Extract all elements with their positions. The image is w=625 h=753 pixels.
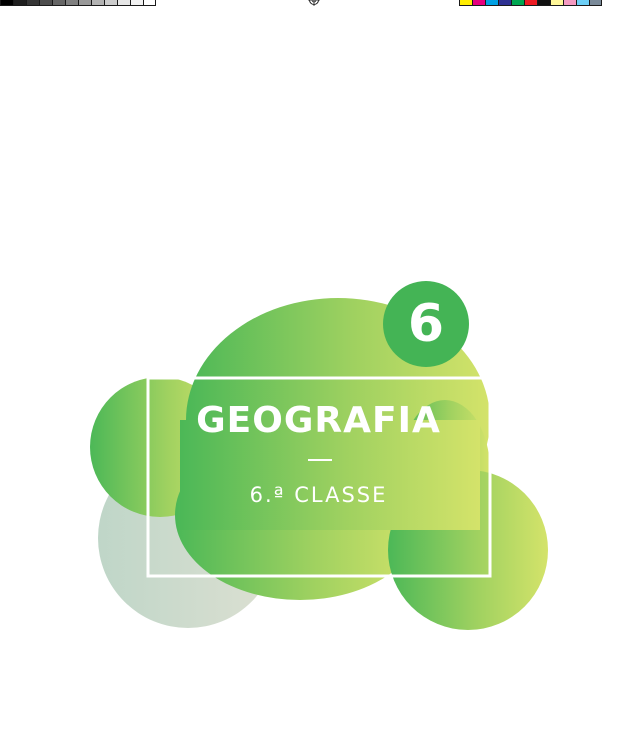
title-divider xyxy=(308,459,332,461)
grade-badge-number: 6 xyxy=(407,294,445,354)
subject-title: GEOGRAFIA xyxy=(196,400,441,441)
cover-illustration xyxy=(90,281,548,630)
grade-subtitle: 6.ª CLASSE xyxy=(249,483,388,507)
